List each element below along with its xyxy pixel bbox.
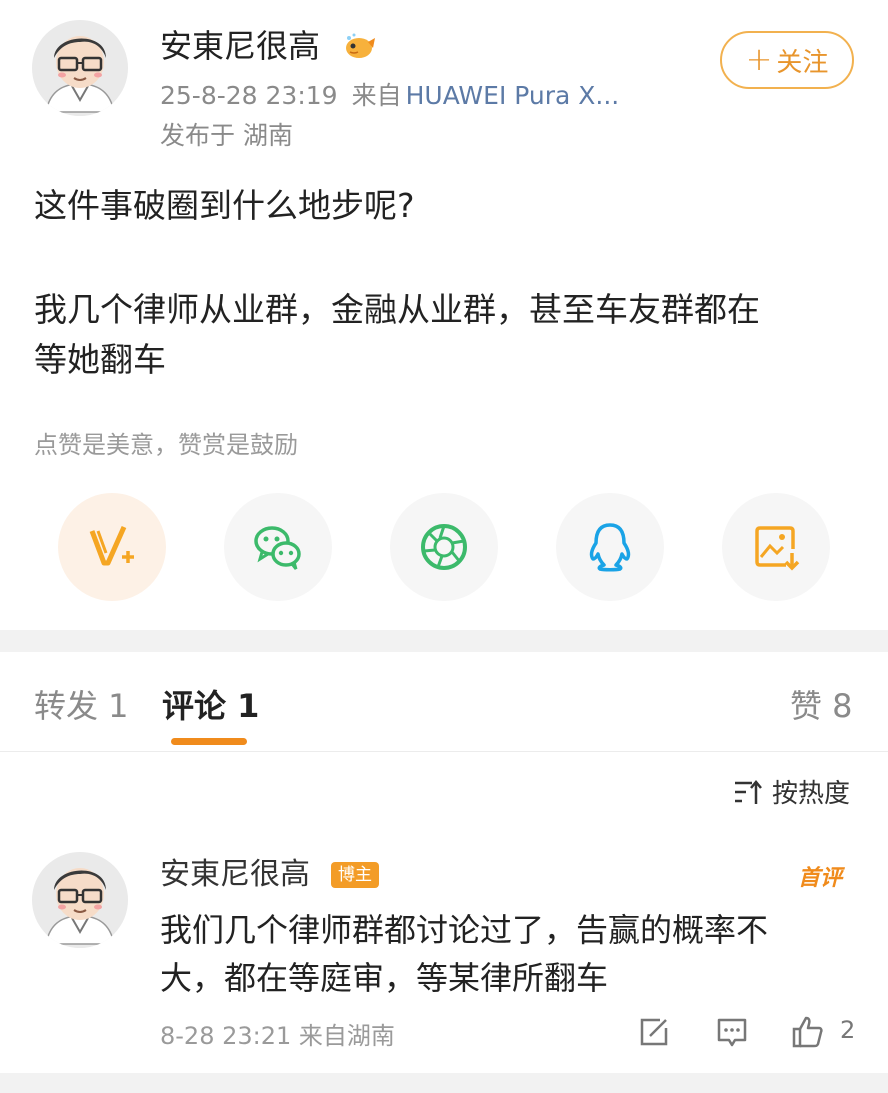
post-text-line: 我几个律师从业群，金融从业群，甚至车友群都在 [34,290,760,329]
post-location: 发布于 湖南 [160,121,293,150]
wechat-icon [254,526,301,570]
post-meta: 25-8-28 23:19 来自 HUAWEI Pura X... [160,80,619,112]
thumbs-up-icon [792,1016,823,1048]
save-image-button[interactable] [722,493,830,601]
tab-comment[interactable]: 评论 1 [162,684,259,728]
commenter-avatar[interactable] [32,852,128,948]
comment-text-line: 大，都在等庭审，等某律所翻车 [160,959,609,997]
v-plus-icon [89,525,134,566]
reply-comment-button[interactable] [714,1014,750,1050]
follow-label: 关注 [776,47,829,78]
tab-like[interactable]: 赞 8 [790,684,853,728]
follow-button[interactable]: + 关注 [720,31,854,89]
share-wechat-button[interactable] [224,493,332,601]
blogger-tag: 博主 [331,862,379,888]
sort-icon [735,779,762,804]
active-tab-indicator [171,738,247,745]
commenter-name[interactable]: 安東尼很高 [160,856,310,894]
post-timestamp: 25-8-28 23:19 [160,81,338,110]
v-plus-reward-button[interactable] [58,493,166,601]
comment-meta: 8-28 23:21 来自湖南 [160,1022,395,1050]
tabs-divider [0,751,888,752]
device-link[interactable]: HUAWEI Pura X... [406,81,620,110]
author-name[interactable]: 安東尼很高 [160,26,320,66]
reward-tip: 点赞是美意，赞赏是鼓励 [34,431,298,459]
source-prefix: 来自 [351,81,402,110]
comment-text-line: 我们几个律师群都讨论过了，告赢的概率不 [160,911,769,949]
moments-icon [421,524,467,570]
bottom-divider [0,1073,888,1093]
like-comment-button[interactable] [790,1014,826,1050]
tab-repost[interactable]: 转发 1 [34,684,129,728]
save-image-icon [755,526,800,571]
first-comment-badge: 首评 [798,866,843,891]
plus-icon: + [745,39,773,78]
share-qq-button[interactable] [556,493,664,601]
post-text-line: 这件事破圈到什么地步呢? [34,186,415,225]
author-avatar[interactable] [32,20,128,116]
repost-comment-button[interactable] [636,1014,672,1050]
section-divider [0,630,888,652]
qq-icon [589,523,631,572]
comment-icon [717,1018,747,1047]
post-text-line: 等她翻车 [34,340,166,379]
sort-button[interactable]: 按热度 [732,773,850,810]
repost-icon [640,1018,668,1046]
comment-like-count: 2 [840,1016,856,1044]
fish-badge-icon [342,30,376,64]
share-moments-button[interactable] [390,493,498,601]
sort-label: 按热度 [772,779,851,809]
